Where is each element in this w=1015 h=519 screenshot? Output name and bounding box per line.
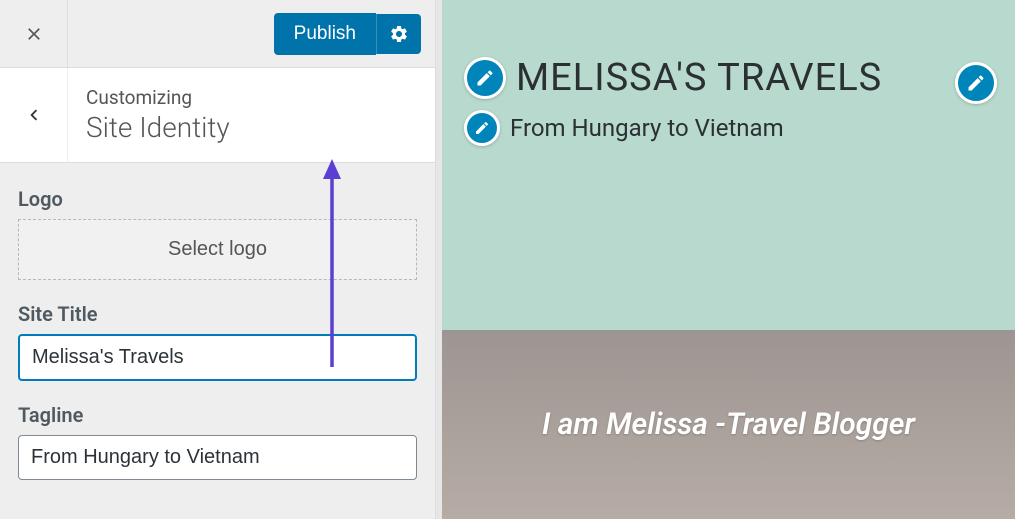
logo-label: Logo [18, 187, 417, 211]
customizer-header: Publish [0, 0, 435, 68]
close-icon [24, 24, 44, 44]
preview-hero-bottom: I am Melissa -Travel Blogger [442, 330, 1015, 519]
close-button[interactable] [0, 0, 68, 67]
pencil-icon [474, 120, 490, 136]
controls-panel: Logo Select logo Site Title Tagline [0, 163, 435, 502]
edit-shortcut-tagline[interactable] [464, 110, 500, 146]
pencil-icon [966, 73, 986, 93]
preview-hero-headline: I am Melissa -Travel Blogger [542, 407, 915, 442]
edit-shortcut-menu[interactable] [955, 62, 997, 104]
preview-tagline: From Hungary to Vietnam [510, 114, 784, 142]
site-title-control: Site Title [18, 302, 417, 381]
preview-pane: MELISSA'S TRAVELS From Hungary to Vietna… [436, 0, 1015, 519]
preview-hero-top: MELISSA'S TRAVELS From Hungary to Vietna… [442, 0, 1015, 330]
tagline-label: Tagline [18, 403, 417, 427]
publish-group: Publish [274, 0, 435, 67]
pencil-icon [475, 68, 495, 88]
section-name: Site Identity [86, 111, 230, 144]
customizer-sidebar: Publish Customizing Site Identity Logo S… [0, 0, 436, 519]
preview-scroll[interactable]: MELISSA'S TRAVELS From Hungary to Vietna… [442, 0, 1015, 519]
gear-icon [389, 24, 409, 44]
section-title-row: Customizing Site Identity [0, 68, 435, 163]
chevron-left-icon [23, 104, 45, 126]
tagline-input[interactable] [18, 435, 417, 480]
publish-button[interactable]: Publish [274, 13, 376, 55]
header-spacer [68, 0, 274, 67]
preview-site-title: MELISSA'S TRAVELS [516, 56, 882, 100]
preview-tagline-row: From Hungary to Vietnam [464, 110, 1015, 146]
back-button[interactable] [0, 68, 68, 162]
customizing-label: Customizing [86, 86, 230, 109]
section-title-text: Customizing Site Identity [68, 68, 230, 162]
logo-control: Logo Select logo [18, 187, 417, 280]
edit-shortcut-title[interactable] [464, 57, 506, 99]
publish-settings-button[interactable] [376, 14, 421, 54]
preview-site-title-row: MELISSA'S TRAVELS [464, 56, 1015, 100]
site-title-input[interactable] [18, 334, 417, 381]
select-logo-button[interactable]: Select logo [18, 219, 417, 280]
site-title-label: Site Title [18, 302, 417, 326]
tagline-control: Tagline [18, 403, 417, 480]
